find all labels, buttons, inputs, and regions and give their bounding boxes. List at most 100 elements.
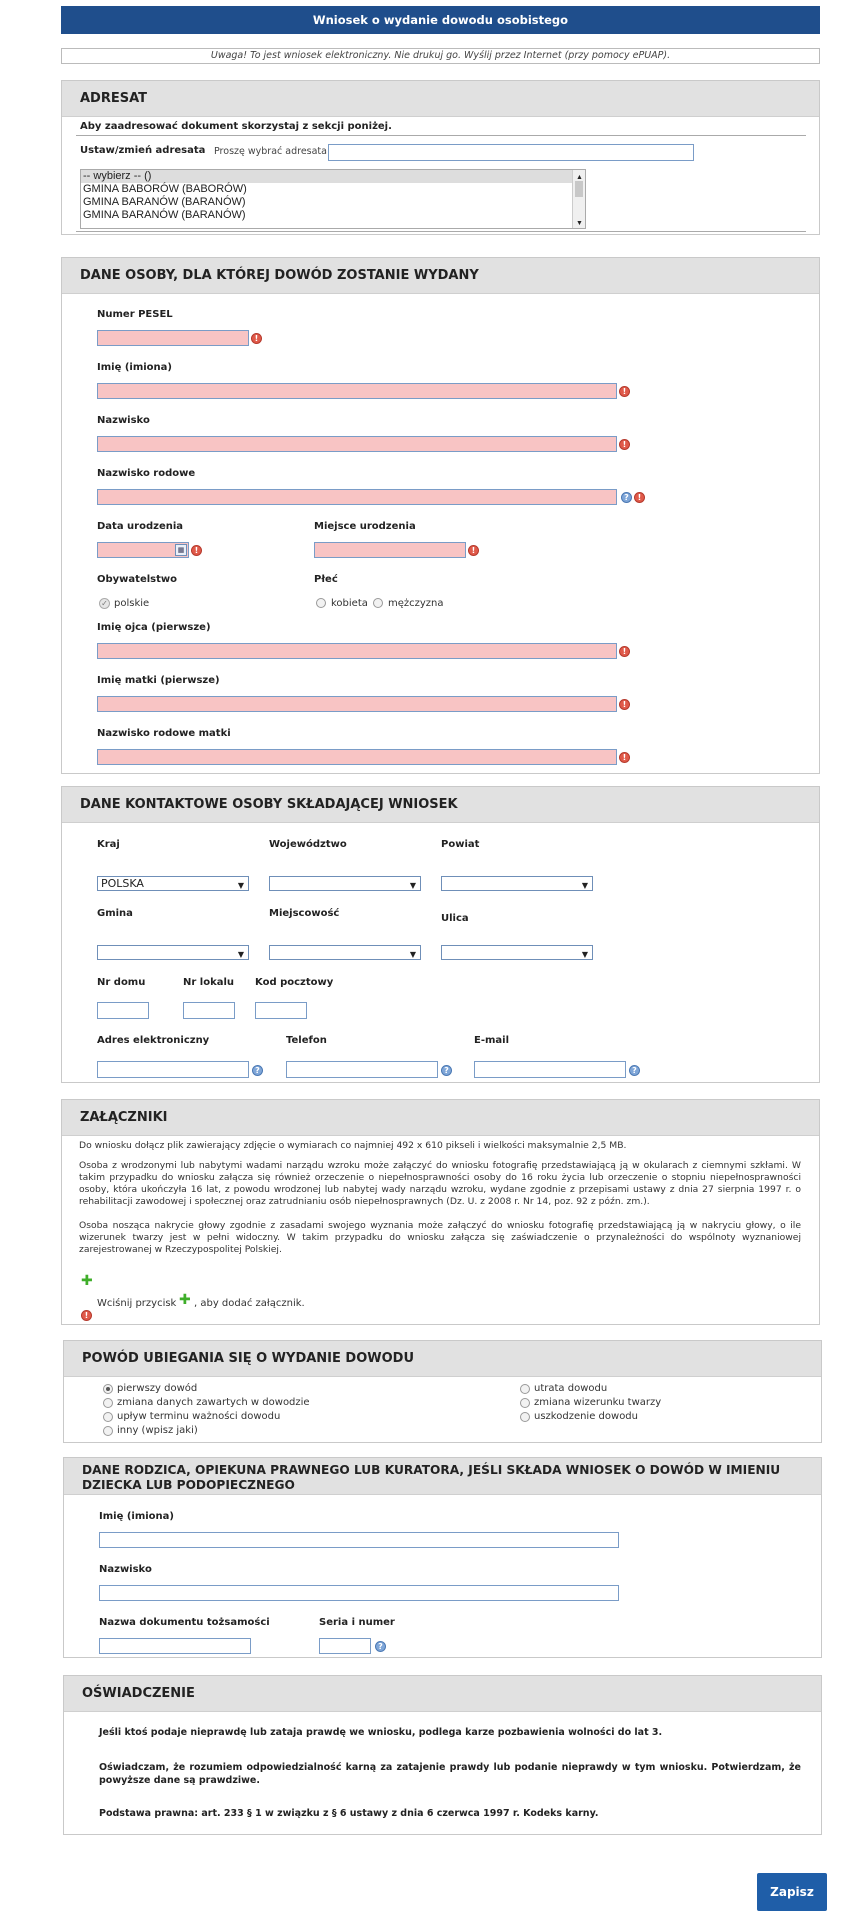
- reason-radio-other[interactable]: [103, 1426, 113, 1436]
- calendar-icon[interactable]: ▦: [175, 544, 187, 556]
- parent-header-line-2: DZIECKA LUB PODOPIECZNEGO: [82, 1478, 295, 1492]
- locality-select[interactable]: ▼: [269, 945, 421, 960]
- error-icon: !: [619, 386, 630, 397]
- first-name-label: Imię (imiona): [97, 362, 172, 373]
- citizenship-checkbox[interactable]: ✓: [99, 598, 110, 609]
- doc-name-input[interactable]: [99, 1638, 251, 1654]
- doc-name-label: Nazwa dokumentu tożsamości: [99, 1617, 270, 1628]
- listbox-option[interactable]: GMINA BARANÓW (BARANÓW): [81, 196, 585, 209]
- pesel-label: Numer PESEL: [97, 309, 173, 320]
- county-select[interactable]: ▼: [441, 876, 593, 891]
- phone-input[interactable]: [286, 1061, 438, 1078]
- help-icon[interactable]: ?: [375, 1641, 386, 1652]
- form-title: Wniosek o wydanie dowodu osobistego: [61, 6, 820, 34]
- add-attachment-button[interactable]: ✚: [81, 1274, 93, 1288]
- birth-place-label: Miejsce urodzenia: [314, 521, 416, 532]
- reason-label: zmiana danych zawartych w dowodzie: [117, 1397, 310, 1408]
- doc-number-input[interactable]: [319, 1638, 371, 1654]
- parent-last-name-input[interactable]: [99, 1585, 619, 1601]
- help-icon[interactable]: ?: [629, 1065, 640, 1076]
- eaddress-input[interactable]: [97, 1061, 249, 1078]
- error-icon: !: [251, 333, 262, 344]
- reason-radio-face-change[interactable]: [520, 1398, 530, 1408]
- section-header: DANE OSOBY, DLA KTÓREJ DOWÓD ZOSTANIE WY…: [62, 258, 819, 294]
- adresat-listbox[interactable]: -- wybierz -- () GMINA BABORÓW (BABORÓW)…: [80, 169, 586, 229]
- sex-female-radio[interactable]: [316, 598, 326, 608]
- country-label: Kraj: [97, 839, 120, 850]
- locality-label: Miejscowość: [269, 908, 340, 919]
- doc-number-label: Seria i numer: [319, 1617, 395, 1628]
- error-icon: !: [81, 1310, 92, 1321]
- listbox-option[interactable]: GMINA BARANÓW (BARANÓW): [81, 209, 585, 222]
- reason-radio-expiry[interactable]: [103, 1412, 113, 1422]
- voivodeship-select[interactable]: ▼: [269, 876, 421, 891]
- chevron-down-icon: ▼: [237, 881, 244, 890]
- error-icon: !: [468, 545, 479, 556]
- reason-label: zmiana wizerunku twarzy: [534, 1397, 662, 1408]
- adresat-search-input[interactable]: [328, 144, 694, 161]
- listbox-option[interactable]: GMINA BABORÓW (BABORÓW): [81, 183, 585, 196]
- commune-select[interactable]: ▼: [97, 945, 249, 960]
- pesel-input[interactable]: [97, 330, 249, 346]
- email-label: E-mail: [474, 1035, 510, 1046]
- flat-no-label: Nr lokalu: [183, 977, 235, 988]
- chevron-down-icon: ▼: [237, 950, 244, 959]
- listbox-option[interactable]: -- wybierz -- (): [81, 170, 572, 183]
- attachments-para-1: Do wniosku dołącz plik zawierający zdjęc…: [79, 1140, 627, 1151]
- family-name-label: Nazwisko rodowe: [97, 468, 196, 479]
- help-icon[interactable]: ?: [621, 492, 632, 503]
- section-header: DANE RODZICA, OPIEKUNA PRAWNEGO LUB KURA…: [64, 1458, 821, 1495]
- section-adresat: ADRESAT Aby zaadresować dokument skorzys…: [61, 80, 820, 235]
- attachments-para-2: Osoba z wrodzonymi lub nabytymi wadami n…: [79, 1160, 801, 1207]
- country-select[interactable]: POLSKA ▼: [97, 876, 249, 891]
- error-icon: !: [619, 439, 630, 450]
- error-icon: !: [619, 646, 630, 657]
- country-value: POLSKA: [101, 877, 144, 890]
- mother-family-input[interactable]: [97, 749, 617, 765]
- add-hint-pre: Wciśnij przycisk: [97, 1298, 177, 1309]
- scrollbar[interactable]: ▲ ▼: [572, 170, 585, 228]
- scroll-down-icon[interactable]: ▼: [576, 217, 583, 228]
- last-name-input[interactable]: [97, 436, 617, 452]
- county-label: Powiat: [441, 839, 480, 850]
- family-name-input[interactable]: [97, 489, 617, 505]
- birth-date-label: Data urodzenia: [97, 521, 184, 532]
- email-input[interactable]: [474, 1061, 626, 1078]
- sex-male-radio[interactable]: [373, 598, 383, 608]
- reason-radio-data-change[interactable]: [103, 1398, 113, 1408]
- flat-no-input[interactable]: [183, 1002, 235, 1019]
- reason-radio-first[interactable]: [103, 1384, 113, 1394]
- attachments-para-3: Osoba nosząca nakrycie głowy zgodnie z z…: [79, 1220, 801, 1255]
- father-label: Imię ojca (pierwsze): [97, 622, 211, 633]
- street-select[interactable]: ▼: [441, 945, 593, 960]
- reason-radio-damage[interactable]: [520, 1412, 530, 1422]
- scroll-thumb[interactable]: [575, 181, 583, 197]
- declaration-line-3: Podstawa prawna: art. 233 § 1 w związku …: [99, 1808, 599, 1819]
- epuap-notice: Uwaga! To jest wniosek elektroniczny. Ni…: [61, 48, 820, 64]
- reason-radio-loss[interactable]: [520, 1384, 530, 1394]
- declaration-line-2: Oświadczam, że rozumiem odpowiedzialność…: [99, 1762, 801, 1786]
- postal-code-input[interactable]: [255, 1002, 307, 1019]
- parent-header-line-1: DANE RODZICA, OPIEKUNA PRAWNEGO LUB KURA…: [82, 1463, 781, 1477]
- help-icon[interactable]: ?: [252, 1065, 263, 1076]
- reason-label: uszkodzenie dowodu: [534, 1411, 638, 1422]
- help-icon[interactable]: ?: [441, 1065, 452, 1076]
- father-input[interactable]: [97, 643, 617, 659]
- section-header: ZAŁĄCZNIKI: [62, 1100, 819, 1136]
- reason-label: pierwszy dowód: [117, 1383, 198, 1394]
- section-attachments: ZAŁĄCZNIKI: [61, 1099, 820, 1325]
- declaration-line-1: Jeśli ktoś podaje nieprawdę lub zataja p…: [99, 1727, 663, 1738]
- house-no-input[interactable]: [97, 1002, 149, 1019]
- birth-place-input[interactable]: [314, 542, 466, 558]
- save-button[interactable]: Zapisz: [757, 1873, 827, 1911]
- first-name-input[interactable]: [97, 383, 617, 399]
- mother-input[interactable]: [97, 696, 617, 712]
- parent-first-name-input[interactable]: [99, 1532, 619, 1548]
- add-hint-post: , aby dodać załącznik.: [194, 1298, 305, 1309]
- error-icon: !: [191, 545, 202, 556]
- adresat-hint: Aby zaadresować dokument skorzystaj z se…: [80, 121, 392, 132]
- last-name-label: Nazwisko: [97, 415, 150, 426]
- section-header: POWÓD UBIEGANIA SIĘ O WYDANIE DOWODU: [64, 1341, 821, 1377]
- sex-female-label: kobieta: [331, 598, 368, 609]
- voivodeship-label: Województwo: [269, 839, 347, 850]
